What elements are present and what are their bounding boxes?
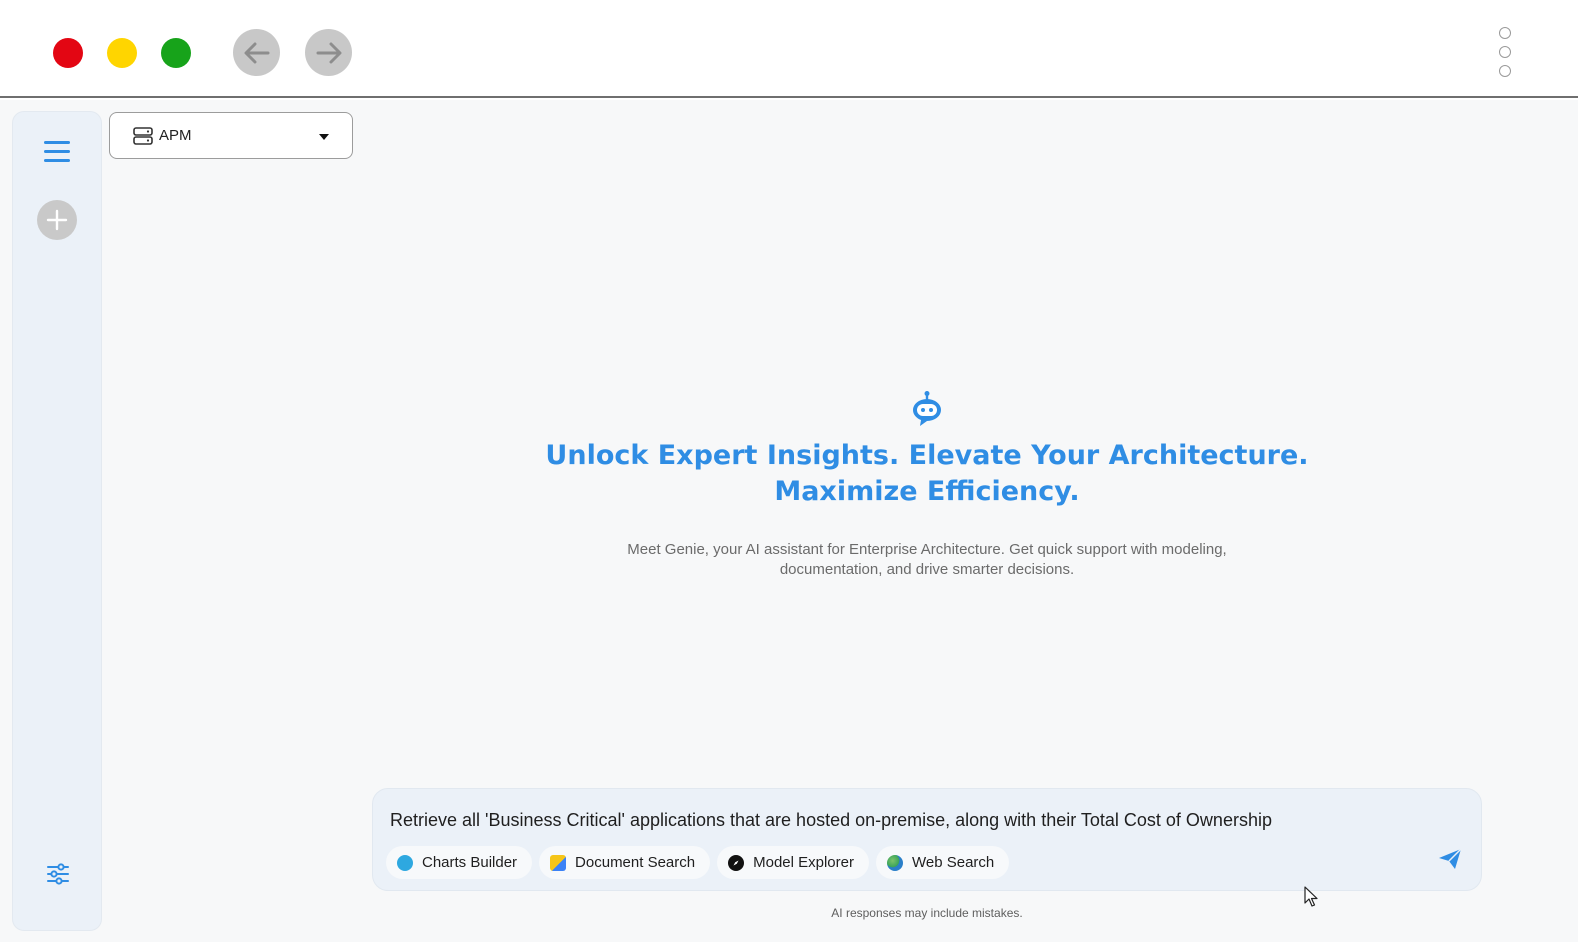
send-icon [1439,848,1462,869]
close-window-button[interactable] [53,38,83,68]
maximize-window-button[interactable] [161,38,191,68]
chat-composer: Retrieve all 'Business Critical' applica… [372,788,1482,891]
globe-icon [887,854,903,871]
hero-headline-line2: Maximize Efficiency. [774,476,1080,507]
workspace-dropdown-value: APM [159,127,192,144]
robot-icon [912,391,941,426]
sidebar [12,111,102,931]
hamburger-icon[interactable] [44,141,70,165]
send-button[interactable] [1438,848,1462,870]
welcome-hero: Unlock Expert Insights. Elevate Your Arc… [372,390,1482,580]
chevron-down-icon [319,134,329,140]
chat-input[interactable]: Retrieve all 'Business Critical' applica… [390,810,1272,831]
server-icon [133,126,153,145]
hero-description: Meet Genie, your AI assistant for Enterp… [627,541,1227,578]
workspace-dropdown[interactable]: APM [109,112,353,159]
tool-label: Charts Builder [422,854,518,871]
sliders-icon[interactable] [46,863,70,885]
app-main: APM Unlock Expert Insights. Elevate Your… [0,100,1578,942]
web-search-chip[interactable]: Web Search [876,846,1010,879]
tool-chips: Charts Builder Document Search Model Exp… [386,846,1010,879]
charts-icon [397,854,413,871]
tool-label: Web Search [912,854,995,871]
compass-icon [728,854,745,871]
minimize-window-button[interactable] [107,38,137,68]
browser-toolbar [0,0,1578,98]
plus-icon [46,209,68,231]
more-vertical-icon[interactable] [1499,27,1513,79]
arrow-left-icon [244,42,269,63]
document-icon [550,854,567,871]
hero-headline: Unlock Expert Insights. Elevate Your Arc… [372,438,1482,510]
hero-headline-line1: Unlock Expert Insights. Elevate Your Arc… [545,440,1309,471]
new-chat-button[interactable] [37,200,77,240]
arrow-right-icon [316,42,341,63]
tool-label: Model Explorer [753,854,854,871]
model-explorer-chip[interactable]: Model Explorer [717,846,869,879]
ai-disclaimer: AI responses may include mistakes. [831,906,1023,920]
mouse-cursor-icon [1304,886,1318,907]
charts-builder-chip[interactable]: Charts Builder [386,846,533,879]
forward-button[interactable] [305,29,352,76]
back-button[interactable] [233,29,280,76]
document-search-chip[interactable]: Document Search [539,846,711,879]
tool-label: Document Search [575,854,696,871]
